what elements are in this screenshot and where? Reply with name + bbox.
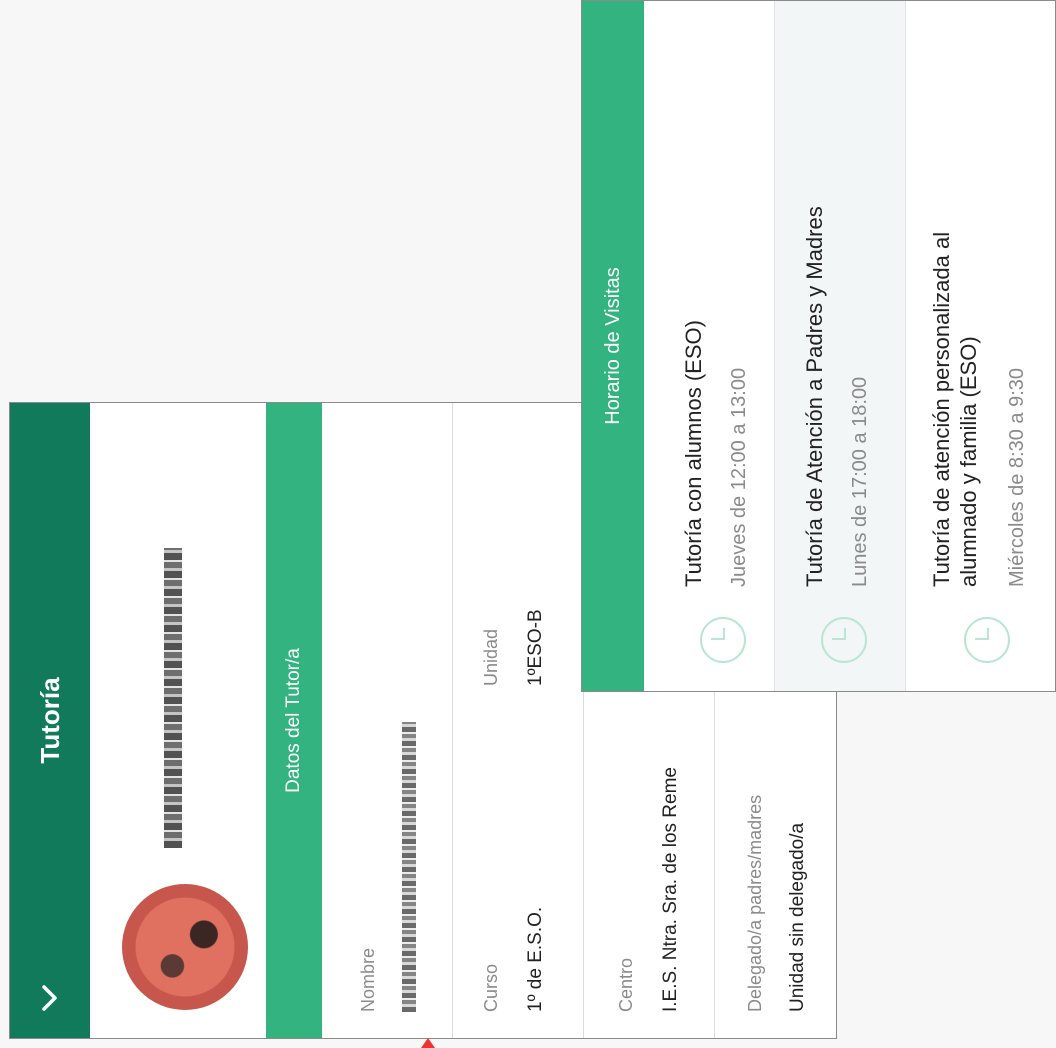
- horario-title: Horario de Visitas: [582, 1, 644, 691]
- section-datos-tutor: Datos del Tutor/a: [266, 403, 322, 1038]
- visit-item[interactable]: Tutoría con alumnos (ESO) Jueves de 12:0…: [644, 1, 775, 691]
- clock-icon: [700, 617, 746, 663]
- pointer-marker: [421, 1038, 435, 1048]
- nombre-value-pixelated: [402, 722, 416, 1012]
- unidad-value: 1ºESO-B: [525, 609, 546, 686]
- tutoria-title: Tutoría: [35, 677, 65, 764]
- horario-card: Horario de Visitas Tutoría con alumnos (…: [581, 0, 1056, 692]
- chevron-down-icon[interactable]: [10, 958, 90, 1038]
- visit-time: Jueves de 12:00 a 13:00: [728, 367, 750, 587]
- visit-item[interactable]: Tutoría de Atención a Padres y Madres Lu…: [775, 1, 906, 691]
- curso-unidad-row: Curso 1º de E.S.O. Unidad 1ºESO-B: [453, 403, 584, 1038]
- centro-value: I.E.S. Ntra. Sra. de los Reme: [660, 767, 681, 1012]
- tutoria-header: Tutoría: [10, 403, 90, 1038]
- unidad-label: Unidad: [481, 628, 501, 686]
- visit-time: Lunes de 17:00 a 18:00: [849, 376, 871, 587]
- clock-icon: [964, 617, 1010, 663]
- nombre-label: Nombre: [358, 947, 378, 1012]
- visit-item[interactable]: Tutoría de atención personalizada al alu…: [906, 1, 1056, 691]
- clock-icon: [821, 617, 867, 663]
- tutor-profile: [90, 403, 266, 1038]
- avatar: [122, 884, 248, 1010]
- visit-title: Tutoría con alumnos (ESO): [681, 320, 706, 587]
- visit-title: Tutoría de atención personalizada al alu…: [929, 231, 981, 587]
- curso-label: Curso: [481, 963, 501, 1012]
- delegado-label: Delegado/a padres/madres: [745, 794, 765, 1012]
- visit-time: Miércoles de 8:30 a 9:30: [1006, 367, 1028, 587]
- delegado-value: Unidad sin delegado/a: [787, 822, 808, 1012]
- curso-value: 1º de E.S.O.: [525, 906, 546, 1012]
- visit-title: Tutoría de Atención a Padres y Madres: [802, 206, 827, 587]
- tutor-name-pixelated: [164, 548, 182, 848]
- centro-label: Centro: [616, 957, 636, 1012]
- nombre-row: Nombre: [322, 403, 453, 1038]
